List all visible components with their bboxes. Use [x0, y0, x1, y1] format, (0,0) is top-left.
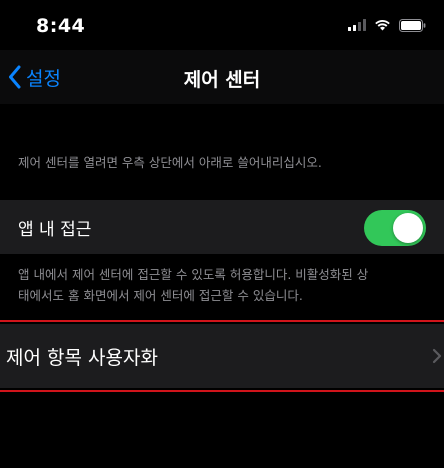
highlight-line-top [0, 320, 444, 322]
section-footer: 앱 내에서 제어 센터에 접근할 수 있도록 허용합니다. 비활성화된 상 태에… [18, 264, 436, 306]
customize-controls-label: 제어 항목 사용자화 [6, 347, 158, 369]
chevron-right-icon [432, 348, 442, 364]
page-title: 제어 센터 [183, 69, 261, 91]
section-footer-line-1: 앱 내에서 제어 센터에 접근할 수 있도록 허용합니다. 비활성화된 상 [18, 267, 369, 282]
app-access-label: 앱 내 접근 [18, 220, 92, 240]
section-footer-line-2: 태에서도 홈 화면에서 제어 센터에 접근할 수 있습니다. [18, 288, 303, 303]
customize-controls-row[interactable]: 제어 항목 사용자화 [0, 324, 444, 388]
battery-icon [399, 18, 426, 32]
settings-content: 제어 센터를 열려면 우측 상단에서 아래로 쓸어내리십시오. 앱 내 접근 앱… [0, 104, 444, 468]
app-access-row: 앱 내 접근 [0, 200, 444, 254]
wifi-icon [375, 20, 390, 31]
status-icons [348, 17, 426, 33]
section-header: 제어 센터를 열려면 우측 상단에서 아래로 쓸어내리십시오. [18, 155, 322, 170]
status-time: 8:44 [36, 15, 86, 37]
toggle-knob [393, 213, 423, 243]
app-access-toggle[interactable] [364, 210, 426, 246]
navigation-bar: 설정 제어 센터 [0, 50, 444, 104]
highlight-line-bottom [0, 390, 444, 392]
cellular-signal-icon [348, 19, 366, 31]
status-bar: 8:44 [0, 0, 444, 50]
